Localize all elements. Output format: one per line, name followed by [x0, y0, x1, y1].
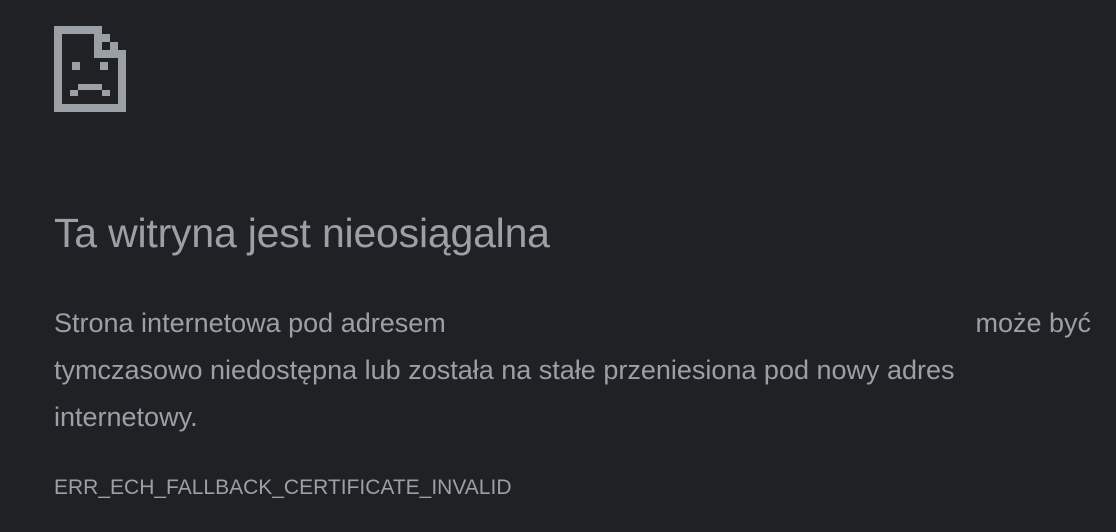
- sad-page-icon: [54, 26, 126, 112]
- message-line-3: internetowy.: [54, 402, 198, 432]
- page-title: Ta witryna jest nieosiągalna: [54, 210, 550, 256]
- message-line-1-tail: może być: [975, 308, 1091, 338]
- message-line-1: Strona internetowa pod adresem może być: [54, 300, 1099, 347]
- message-line-2: tymczasowo niedostępna lub została na st…: [54, 355, 955, 385]
- error-message: Strona internetowa pod adresem może być …: [54, 300, 1099, 441]
- message-line-1-lead: Strona internetowa pod adresem: [54, 308, 446, 338]
- error-code: ERR_ECH_FALLBACK_CERTIFICATE_INVALID: [54, 476, 512, 499]
